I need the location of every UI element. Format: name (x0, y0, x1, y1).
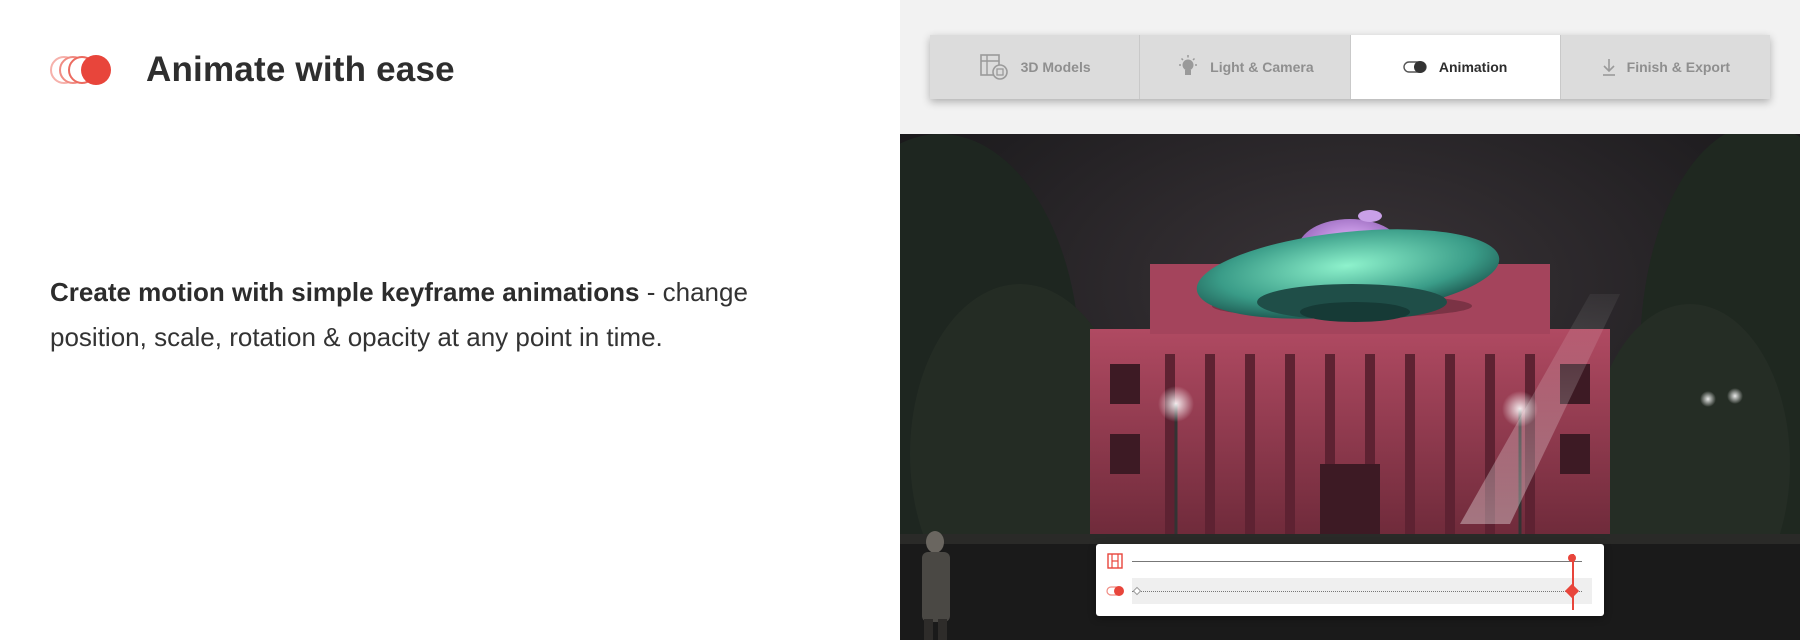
tab-label: 3D Models (1020, 59, 1091, 75)
feature-title: Animate with ease (146, 50, 455, 89)
keyframe-timeline (1096, 544, 1604, 616)
keyframe-track-line (1132, 591, 1582, 592)
tab-finish-export[interactable]: Finish & Export (1561, 35, 1770, 99)
playhead[interactable] (1572, 554, 1574, 610)
scene-preview (900, 134, 1800, 640)
tab-label: Light & Camera (1210, 59, 1314, 75)
animation-toggle-icon (1106, 582, 1124, 600)
animation-circles-icon (50, 50, 112, 90)
film-strip-icon (1106, 552, 1124, 570)
timeline-track-keyframes[interactable] (1106, 578, 1592, 604)
tab-label: Finish & Export (1626, 59, 1731, 75)
tab-animation[interactable]: Animation (1350, 35, 1561, 99)
tab-label: Animation (1438, 59, 1508, 75)
app-preview-panel: 3D Models Light & Camera Animation Finis… (900, 0, 1800, 640)
lightbulb-icon (1176, 54, 1200, 80)
download-arrow-icon (1601, 57, 1617, 77)
tab-3d-models[interactable]: 3D Models (930, 35, 1141, 99)
description-bold: Create motion with simple keyframe anima… (50, 277, 640, 307)
timeline-track-time (1106, 548, 1592, 574)
playhead-handle[interactable] (1568, 554, 1576, 562)
feature-header: Animate with ease (50, 46, 455, 94)
tab-light-camera[interactable]: Light & Camera (1140, 35, 1351, 99)
timeline-ruler (1132, 561, 1582, 562)
3d-models-icon (979, 53, 1011, 81)
tab-bar: 3D Models Light & Camera Animation Finis… (930, 35, 1770, 99)
animation-toggle-icon (1403, 59, 1429, 75)
feature-description: Create motion with simple keyframe anima… (50, 270, 770, 360)
